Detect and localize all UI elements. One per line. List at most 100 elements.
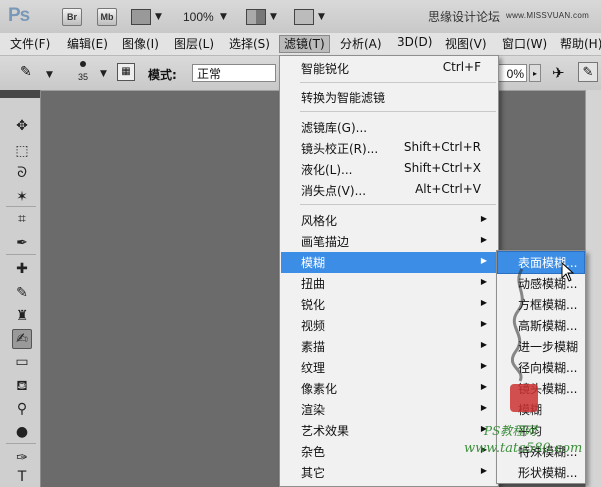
submenu-arrow-icon: ▶: [480, 340, 487, 349]
filter-gallery-item[interactable]: 滤镜库(G)...: [281, 117, 497, 138]
filter-pixelate-item[interactable]: 像素化 ▶: [281, 378, 497, 399]
chevron-down-icon[interactable]: ▼: [100, 69, 107, 79]
brush-size: 35: [78, 72, 89, 82]
submenu-arrow-icon: ▶: [480, 298, 487, 307]
brush-tip-icon[interactable]: [80, 61, 86, 67]
menu-item-label: 风格化: [301, 214, 338, 228]
filter-video-item[interactable]: 视频 ▶: [281, 315, 497, 336]
menu-select[interactable]: 选择(S): [225, 35, 274, 53]
menu-item-label: 杂色: [301, 445, 326, 459]
history-brush-tool-icon[interactable]: ✍: [12, 329, 32, 349]
submenu-arrow-icon: ▶: [480, 214, 487, 223]
menu-item-label: 素描: [301, 340, 326, 354]
filter-brush-strokes-item[interactable]: 画笔描边 ▶: [281, 231, 497, 252]
filter-blur-item[interactable]: 模糊 ▶: [281, 252, 497, 273]
watermark-brand: PS教程网: [484, 424, 537, 438]
tool-preset-icon[interactable]: ✎: [20, 64, 44, 82]
filter-convert-smart-item[interactable]: 转换为智能滤镜: [281, 87, 497, 108]
magic-wand-tool-icon[interactable]: ✶: [12, 187, 32, 207]
seal-stamp-icon: [510, 384, 538, 412]
marquee-tool-icon[interactable]: ⬚: [12, 141, 32, 161]
chevron-down-icon[interactable]: ▼: [46, 70, 53, 80]
blur-tool-icon[interactable]: ⚲: [12, 399, 32, 419]
chevron-down-icon[interactable]: ▼: [220, 12, 227, 22]
healing-brush-tool-icon[interactable]: ✚: [12, 259, 32, 279]
menu-item-shortcut: Shift+Ctrl+X: [404, 161, 481, 175]
menu-file[interactable]: 文件(F): [6, 35, 54, 53]
paint-bucket-tool-icon[interactable]: ⛾: [12, 376, 32, 396]
menu-item-shortcut: Ctrl+F: [442, 60, 481, 74]
eraser-tool-icon[interactable]: ▭: [12, 352, 32, 372]
menu-item-label: 形状模糊...: [518, 466, 578, 480]
menu-item-shortcut: Shift+Ctrl+R: [403, 140, 481, 154]
filter-smart-sharpen-item[interactable]: 智能锐化 Ctrl+F: [281, 58, 497, 79]
crop-tool-icon[interactable]: ⌗: [12, 209, 32, 229]
menu-item-label: 像素化: [301, 382, 338, 396]
menu-analysis[interactable]: 分析(A): [336, 35, 386, 53]
menu-item-label: 视频: [301, 319, 326, 333]
menu-filter[interactable]: 滤镜(T): [279, 35, 330, 53]
menu-item-label: 消失点(V)...: [301, 184, 367, 198]
filter-stylize-item[interactable]: 风格化 ▶: [281, 210, 497, 231]
menu-item-label: 渲染: [301, 403, 326, 417]
brush-tool-icon[interactable]: ✎: [12, 283, 32, 303]
toolbox-header[interactable]: [0, 90, 40, 98]
view-extras-icon[interactable]: [131, 9, 151, 25]
menu-image[interactable]: 图像(I): [118, 35, 163, 53]
bridge-button[interactable]: Br: [62, 8, 82, 26]
opacity-field[interactable]: 0%: [497, 64, 527, 82]
menu-layer[interactable]: 图层(L): [170, 35, 218, 53]
lasso-tool-icon[interactable]: ᘐ: [12, 163, 32, 183]
watermark-url: www.tata580.com: [464, 441, 583, 456]
menu-divider: [300, 82, 496, 83]
submenu-arrow-icon: ▶: [480, 277, 487, 286]
filter-liquify-item[interactable]: 液化(L)... Shift+Ctrl+X: [281, 159, 497, 180]
chevron-right-icon[interactable]: ▸: [529, 64, 541, 82]
mini-bridge-button[interactable]: Mb: [97, 8, 117, 26]
menu-edit[interactable]: 编辑(E): [63, 35, 112, 53]
clone-stamp-tool-icon[interactable]: ♜: [12, 306, 32, 326]
filter-sharpen-item[interactable]: 锐化 ▶: [281, 294, 497, 315]
toolbox-divider: [6, 206, 36, 207]
filter-artistic-item[interactable]: 艺术效果 ▶: [281, 420, 497, 441]
chevron-down-icon[interactable]: ▼: [155, 12, 162, 22]
menu-item-shortcut: Alt+Ctrl+V: [415, 182, 481, 196]
menu-view[interactable]: 视图(V): [441, 35, 491, 53]
chevron-down-icon[interactable]: ▼: [318, 12, 325, 22]
filter-lens-correction-item[interactable]: 镜头校正(R)... Shift+Ctrl+R: [281, 138, 497, 159]
mode-select[interactable]: 正常: [192, 64, 276, 82]
filter-other-item[interactable]: 其它 ▶: [281, 462, 497, 483]
zoom-level[interactable]: 100%: [183, 10, 214, 24]
submenu-arrow-icon: ▶: [480, 256, 487, 265]
filter-texture-item[interactable]: 纹理 ▶: [281, 357, 497, 378]
panel-dock-edge[interactable]: [585, 90, 601, 487]
dodge-tool-icon[interactable]: ●: [12, 422, 32, 442]
pen-tool-icon[interactable]: ✑: [12, 448, 32, 468]
submenu-arrow-icon: ▶: [480, 466, 487, 475]
airbrush-icon[interactable]: ✈: [552, 64, 565, 82]
menu-item-label: 扭曲: [301, 277, 326, 291]
menu-window[interactable]: 窗口(W): [498, 35, 551, 53]
menu-help[interactable]: 帮助(H): [556, 35, 601, 53]
filter-render-item[interactable]: 渲染 ▶: [281, 399, 497, 420]
photoshop-logo: Ps: [8, 5, 30, 26]
menu-item-label: 滤镜库(G)...: [301, 121, 368, 135]
calligraphy-watermark: [510, 268, 524, 382]
arrange-documents-icon[interactable]: [246, 9, 266, 25]
move-tool-icon[interactable]: ✥: [12, 116, 32, 136]
submenu-arrow-icon: ▶: [480, 403, 487, 412]
chevron-down-icon[interactable]: ▼: [270, 12, 277, 22]
mode-label: 模式:: [148, 68, 177, 82]
type-tool-icon[interactable]: T: [12, 467, 32, 487]
site-name-watermark: 思缘设计论坛: [428, 10, 501, 24]
pressure-icon[interactable]: ✎: [578, 62, 598, 82]
blur-shape-item[interactable]: 形状模糊...: [498, 462, 584, 483]
menu-item-label: 纹理: [301, 361, 326, 375]
eyedropper-tool-icon[interactable]: ✒: [12, 233, 32, 253]
filter-sketch-item[interactable]: 素描 ▶: [281, 336, 497, 357]
brush-panel-icon[interactable]: ▦: [117, 63, 135, 81]
menu-3d[interactable]: 3D(D): [393, 35, 436, 53]
filter-vanishing-point-item[interactable]: 消失点(V)... Alt+Ctrl+V: [281, 180, 497, 201]
filter-distort-item[interactable]: 扭曲 ▶: [281, 273, 497, 294]
screen-mode-icon[interactable]: [294, 9, 314, 25]
